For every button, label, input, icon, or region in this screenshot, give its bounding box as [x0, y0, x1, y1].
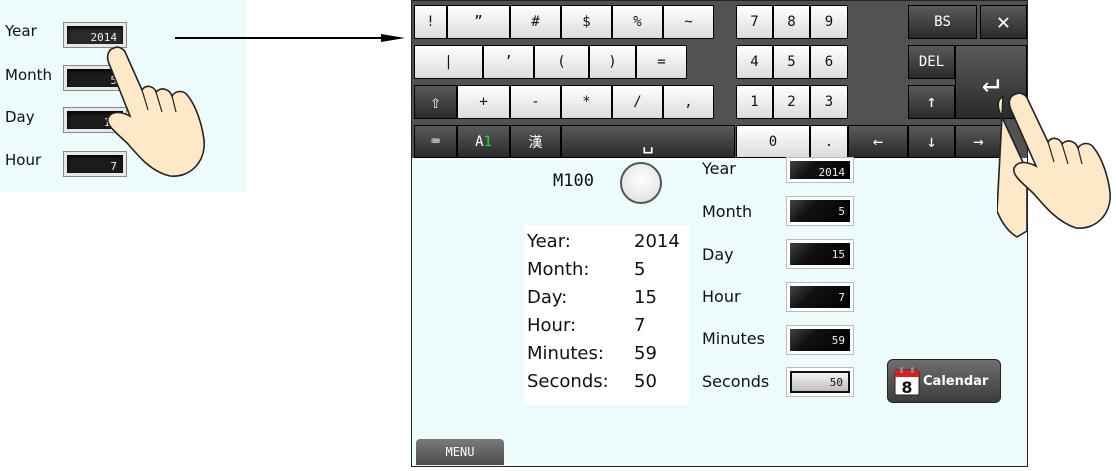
- key-pipe[interactable]: |: [414, 45, 483, 79]
- key-2[interactable]: 2: [773, 85, 810, 119]
- key-comma[interactable]: ,: [663, 85, 714, 119]
- key-shift-icon[interactable]: ⇧: [414, 85, 457, 119]
- seconds-input-value: 50: [790, 371, 850, 393]
- field-label-hour: Hour: [702, 287, 741, 306]
- year-input-value: 2014: [790, 161, 850, 179]
- inset-label-month: Month: [5, 66, 53, 84]
- key-8[interactable]: 8: [773, 5, 810, 39]
- key-open-paren[interactable]: (: [534, 45, 589, 79]
- key-arrow-up-icon[interactable]: ↑: [908, 85, 955, 119]
- field-label-year: Year: [702, 159, 736, 178]
- field-label-seconds: Seconds: [702, 372, 770, 391]
- key-delete[interactable]: DEL: [908, 45, 955, 79]
- key-6[interactable]: 6: [810, 45, 848, 79]
- info-value-month: 5: [634, 259, 646, 280]
- key-1[interactable]: 1: [736, 85, 773, 119]
- key-3[interactable]: 3: [810, 85, 848, 119]
- hour-input-value: 7: [790, 286, 850, 308]
- info-label-seconds: Seconds:: [527, 371, 609, 392]
- key-slash[interactable]: /: [612, 85, 663, 119]
- calendar-icon: 8: [894, 367, 920, 396]
- key-4[interactable]: 4: [736, 45, 773, 79]
- pointing-hand-icon-enter: [1008, 92, 1111, 229]
- key-apostrophe[interactable]: ’: [483, 45, 534, 79]
- key-arrow-left-icon[interactable]: ←: [848, 125, 908, 158]
- key-arrow-down-icon[interactable]: ↓: [908, 125, 955, 158]
- inset-label-day: Day: [5, 108, 35, 126]
- date-time-readout: Year: 2014 Month: 5 Day: 15 Hour: 7 Minu…: [524, 225, 689, 405]
- key-close-paren[interactable]: ): [589, 45, 636, 79]
- key-hash[interactable]: #: [510, 5, 561, 39]
- info-value-day: 15: [634, 287, 657, 308]
- key-percent[interactable]: %: [612, 5, 663, 39]
- key-minus[interactable]: -: [510, 85, 561, 119]
- key-7[interactable]: 7: [736, 5, 773, 39]
- field-label-month: Month: [702, 202, 753, 221]
- info-label-month: Month:: [527, 259, 590, 280]
- keyboard-toggle-icon[interactable]: ⌨: [414, 125, 457, 158]
- key-exclamation[interactable]: !: [414, 5, 447, 39]
- info-value-seconds: 50: [634, 371, 657, 392]
- key-alpha-letter: A: [475, 133, 484, 150]
- m100-lamp-indicator: [620, 162, 662, 204]
- info-value-minutes: 59: [634, 343, 657, 364]
- key-close-icon[interactable]: ✕: [980, 5, 1027, 39]
- day-input-value: 15: [790, 243, 850, 265]
- hour-input[interactable]: 7: [786, 282, 854, 312]
- hmi-screen: ! ” # $ % ~ | ’ ( ) = ⇧ + - * / , 7 8 9 …: [411, 0, 1028, 467]
- seconds-input[interactable]: 50: [786, 367, 854, 397]
- key-equals[interactable]: =: [636, 45, 687, 79]
- soft-keyboard: ! ” # $ % ~ | ’ ( ) = ⇧ + - * / , 7 8 9 …: [412, 1, 1027, 158]
- key-alpha-digit: 1: [483, 133, 492, 150]
- key-plus[interactable]: +: [457, 85, 510, 119]
- key-5[interactable]: 5: [773, 45, 810, 79]
- inset-label-hour: Hour: [5, 151, 42, 169]
- key-kanji-mode[interactable]: 漢: [510, 125, 561, 158]
- key-alphanumeric-mode[interactable]: A1: [457, 125, 510, 158]
- info-value-year: 2014: [634, 231, 680, 252]
- calendar-button-label: Calendar: [923, 373, 989, 389]
- key-dot[interactable]: .: [810, 125, 848, 158]
- field-label-day: Day: [702, 245, 734, 264]
- month-input[interactable]: 5: [786, 196, 854, 226]
- calendar-button[interactable]: 8 Calendar: [887, 359, 1001, 403]
- info-label-minutes: Minutes:: [527, 343, 604, 364]
- calendar-icon-day: 8: [901, 378, 912, 396]
- month-input-value: 5: [790, 200, 850, 222]
- lamp-label: M100: [553, 171, 594, 191]
- key-backspace[interactable]: BS: [908, 5, 977, 39]
- key-space-icon[interactable]: ␣: [561, 125, 735, 158]
- inset-zoom-panel: Year 2014 Month 5 Day 15 Hour 7: [0, 0, 246, 192]
- inset-label-year: Year: [5, 22, 37, 40]
- year-input[interactable]: 2014: [786, 157, 854, 183]
- key-asterisk[interactable]: *: [561, 85, 612, 119]
- key-arrow-right-icon[interactable]: →: [955, 125, 1002, 158]
- menu-button[interactable]: MENU: [416, 439, 504, 465]
- pointing-hand-icon: [106, 46, 205, 177]
- day-input[interactable]: 15: [786, 239, 854, 269]
- minutes-input-value: 59: [790, 329, 850, 351]
- minutes-input[interactable]: 59: [786, 325, 854, 355]
- key-9[interactable]: 9: [810, 5, 848, 39]
- info-label-year: Year:: [527, 231, 571, 252]
- pointer-arrow-icon: [175, 34, 405, 42]
- info-label-day: Day:: [527, 287, 568, 308]
- info-value-hour: 7: [634, 315, 646, 336]
- field-label-minutes: Minutes: [702, 329, 765, 348]
- key-tilde[interactable]: ~: [663, 5, 714, 39]
- key-double-quote[interactable]: ”: [447, 5, 510, 39]
- key-dollar[interactable]: $: [561, 5, 612, 39]
- info-label-hour: Hour:: [527, 315, 577, 336]
- key-0[interactable]: 0: [736, 125, 810, 158]
